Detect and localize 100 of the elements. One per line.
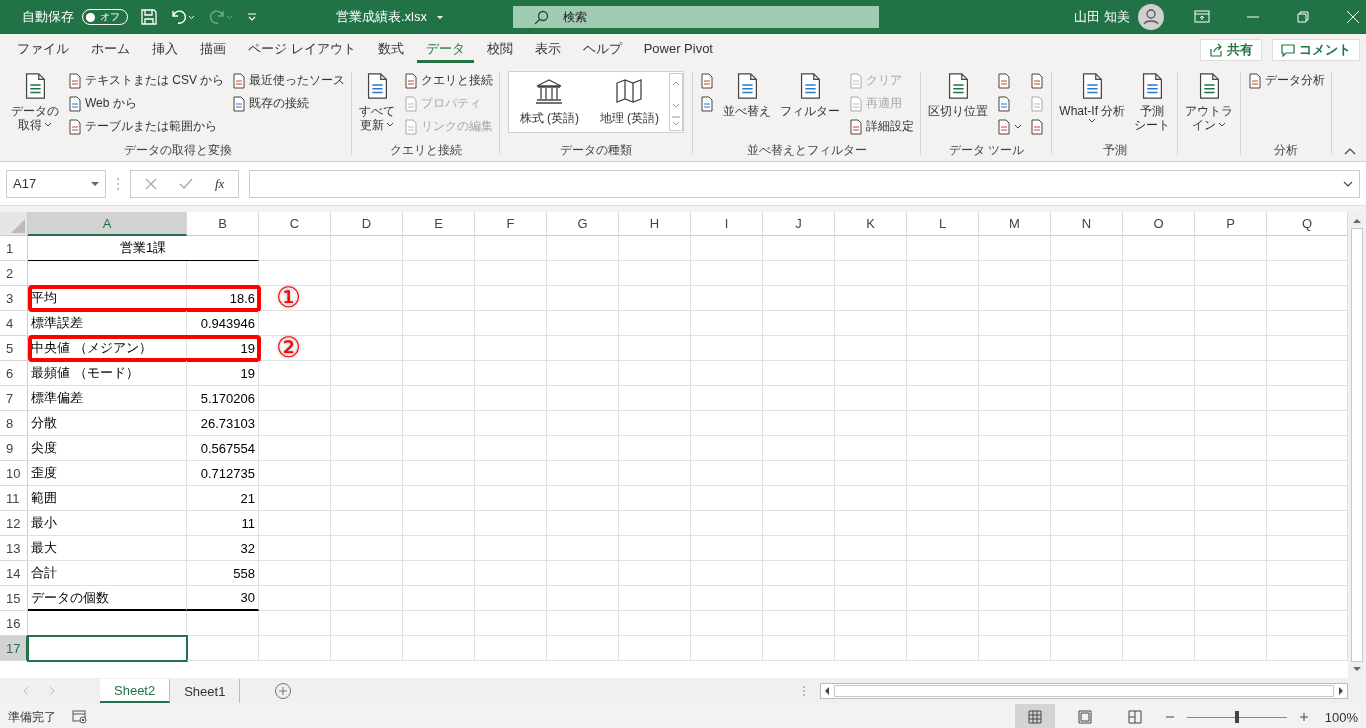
ribbon-button[interactable]: 予測 シート — [1131, 69, 1174, 134]
restore-icon[interactable] — [1296, 10, 1310, 24]
gallery-item[interactable]: 株式 (英語) — [509, 77, 590, 127]
ribbon-button[interactable]: 最近使ったソース — [229, 69, 348, 92]
splitter-icon[interactable] — [116, 176, 120, 191]
row-header[interactable]: 9 — [0, 436, 28, 461]
ribbon-button[interactable]: 既存の接続 — [229, 92, 348, 115]
expand-icon[interactable] — [1343, 180, 1353, 187]
row-header[interactable]: 4 — [0, 311, 28, 336]
search-field[interactable]: 検索 — [513, 6, 879, 28]
row-header[interactable]: 15 — [0, 586, 28, 611]
customize-caret-icon[interactable] — [246, 11, 258, 23]
row-header[interactable]: 8 — [0, 411, 28, 436]
column-header[interactable]: J — [763, 212, 835, 236]
ribbon-tab[interactable]: ホーム — [82, 37, 139, 63]
column-header[interactable]: K — [835, 212, 907, 236]
ribbon-tab[interactable]: Power Pivot — [634, 37, 722, 63]
column-header[interactable]: G — [547, 212, 619, 236]
cancel-icon[interactable] — [145, 177, 157, 190]
avatar-icon[interactable] — [1138, 4, 1164, 30]
column-header[interactable]: C — [259, 212, 331, 236]
row-header[interactable]: 16 — [0, 611, 28, 636]
share-button[interactable]: 共有 — [1200, 39, 1262, 61]
row-header[interactable]: 1 — [0, 236, 28, 261]
ribbon-tab[interactable]: 校閲 — [477, 37, 522, 63]
column-header[interactable]: O — [1123, 212, 1195, 236]
ribbon-tab[interactable]: 描画 — [191, 37, 235, 63]
sheet-tab[interactable]: Sheet2 — [100, 679, 171, 703]
ribbon-button[interactable]: 並べ替え — [720, 69, 775, 120]
ribbon-display-icon[interactable] — [1194, 10, 1210, 24]
gallery-item[interactable]: 地理 (英語) — [589, 77, 670, 127]
row-header[interactable]: 12 — [0, 511, 28, 536]
scroll-left-icon[interactable] — [824, 687, 830, 695]
comment-button[interactable]: コメント — [1272, 39, 1360, 61]
row-header[interactable]: 17 — [0, 636, 28, 661]
insert-function-button[interactable]: fx — [215, 175, 225, 192]
user-name[interactable]: 山田 知美 — [1074, 8, 1130, 26]
macro-record-icon[interactable] — [72, 710, 88, 724]
select-all-corner[interactable] — [0, 212, 28, 236]
scroll-up-icon[interactable] — [1353, 218, 1361, 224]
row-header[interactable]: 3 — [0, 286, 28, 311]
row-header[interactable]: 10 — [0, 461, 28, 486]
zoom-slider-thumb[interactable] — [1234, 711, 1239, 723]
ribbon-tab[interactable]: 挿入 — [143, 37, 187, 63]
ribbon-button[interactable]: アウトラ イン — [1182, 69, 1237, 134]
scroll-right-icon[interactable] — [1338, 687, 1344, 695]
ribbon-tab[interactable]: ページ レイアウト — [239, 37, 365, 63]
ribbon-button[interactable]: データ分析 — [1245, 69, 1328, 92]
column-header[interactable]: N — [1051, 212, 1123, 236]
ribbon-tab[interactable]: ファイル — [8, 37, 78, 63]
row-header[interactable]: 7 — [0, 386, 28, 411]
ribbon-tab[interactable]: 数式 — [368, 37, 413, 63]
splitter-icon[interactable] — [802, 685, 806, 697]
row-header[interactable]: 11 — [0, 486, 28, 511]
scroll-down-icon[interactable] — [1353, 666, 1361, 672]
check-icon[interactable] — [179, 177, 193, 190]
save-icon[interactable] — [140, 8, 158, 26]
gallery-scroll-icon[interactable] — [669, 73, 684, 131]
column-header[interactable]: H — [619, 212, 691, 236]
ribbon-button[interactable]: すべて 更新 — [356, 69, 399, 134]
zoom-level[interactable]: 100% — [1324, 709, 1358, 725]
row-header[interactable]: 6 — [0, 361, 28, 386]
file-name[interactable]: 営業成績表.xlsx — [336, 8, 427, 26]
undo-icon[interactable] — [170, 8, 196, 26]
ribbon-button[interactable]: テーブルまたは範囲から — [65, 115, 227, 138]
column-header[interactable]: I — [691, 212, 763, 236]
ribbon-button[interactable]: テキストまたは CSV から — [65, 69, 227, 92]
ribbon-button[interactable]: Web から — [65, 92, 227, 115]
sheet-tab[interactable]: Sheet1 — [170, 679, 241, 703]
row-header[interactable]: 13 — [0, 536, 28, 561]
name-box[interactable]: A17 — [6, 169, 106, 198]
ribbon-button[interactable]: What-If 分析 — [1056, 69, 1129, 126]
column-header[interactable]: L — [907, 212, 979, 236]
column-header[interactable]: B — [187, 212, 259, 236]
horizontal-scrollbar[interactable] — [820, 683, 1348, 699]
column-header[interactable]: A — [28, 212, 187, 236]
ribbon-tab[interactable]: データ — [416, 37, 474, 63]
column-header[interactable]: Q — [1267, 212, 1348, 236]
row-header[interactable]: 2 — [0, 261, 28, 286]
ribbon-tab[interactable]: ヘルプ — [573, 37, 631, 63]
row-header[interactable]: 5 — [0, 336, 28, 361]
zoom-in-icon[interactable] — [1298, 712, 1309, 722]
view-button[interactable] — [1014, 704, 1055, 728]
add-sheet-icon[interactable] — [274, 682, 293, 700]
close-icon[interactable] — [1346, 10, 1360, 24]
ribbon-button[interactable]: データの 取得 — [8, 69, 62, 134]
formula-input[interactable] — [249, 169, 1360, 198]
ribbon-button[interactable]: 区切り位置 — [925, 69, 992, 120]
column-header[interactable]: D — [331, 212, 403, 236]
row-header[interactable]: 14 — [0, 561, 28, 586]
column-header[interactable]: P — [1195, 212, 1267, 236]
collapse-ribbon-icon[interactable] — [1344, 147, 1356, 155]
ribbon-button[interactable]: フィルター — [777, 69, 844, 120]
redo-icon[interactable] — [208, 8, 234, 26]
column-header[interactable]: E — [403, 212, 475, 236]
column-header[interactable]: F — [475, 212, 547, 236]
ribbon-tab[interactable]: 表示 — [525, 37, 570, 63]
ribbon-button[interactable]: クエリと接続 — [401, 69, 496, 92]
column-header[interactable]: M — [979, 212, 1051, 236]
ribbon-button[interactable]: 詳細設定 — [846, 115, 917, 138]
